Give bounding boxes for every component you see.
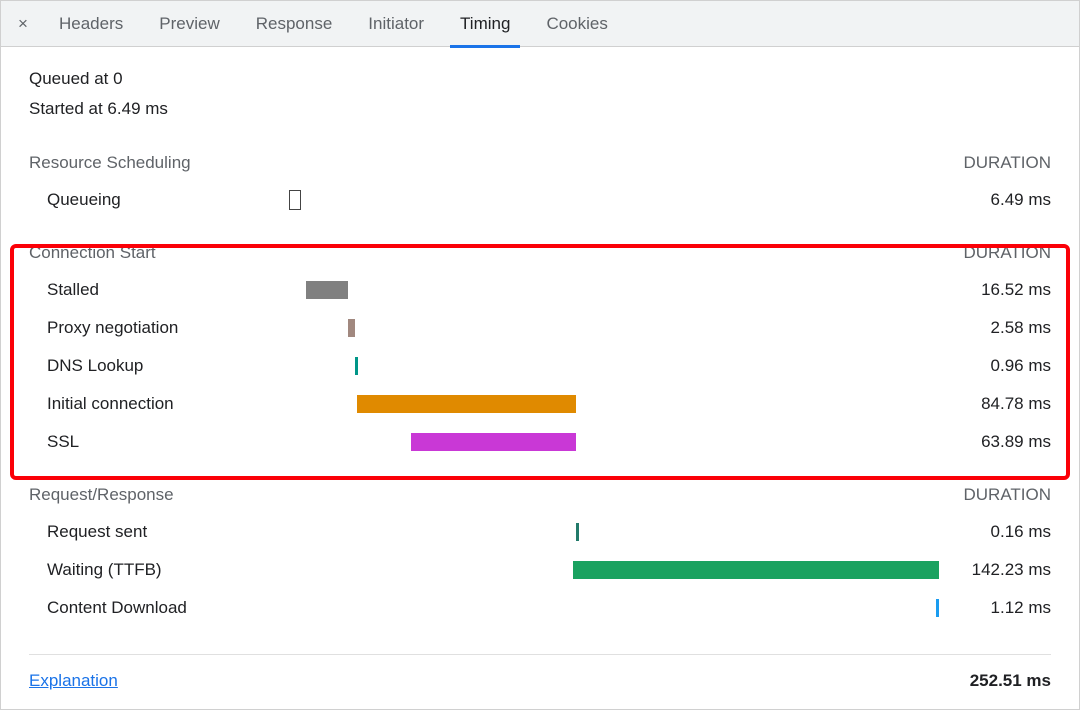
timing-row: Waiting (TTFB) 142.23 ms <box>29 551 1051 589</box>
timing-footer: Explanation 252.51 ms <box>29 654 1051 709</box>
timing-bar-track <box>289 395 921 413</box>
timing-row: DNS Lookup 0.96 ms <box>29 347 1051 385</box>
timing-bar-track <box>289 319 921 337</box>
duration-header: DURATION <box>963 243 1051 263</box>
section-header: Resource Scheduling DURATION <box>29 153 1051 173</box>
timing-row-label: Proxy negotiation <box>29 318 289 338</box>
queued-at-text: Queued at 0 <box>29 69 1051 89</box>
timing-bar-track <box>289 357 921 375</box>
duration-header: DURATION <box>963 485 1051 505</box>
timing-row-duration: 0.96 ms <box>921 356 1051 376</box>
timing-row-label: Waiting (TTFB) <box>29 560 289 580</box>
close-icon[interactable]: × <box>5 14 41 34</box>
timing-row-label: Request sent <box>29 522 289 542</box>
timing-bar-track <box>289 561 921 579</box>
timing-row-duration: 1.12 ms <box>921 598 1051 618</box>
tab-cookies[interactable]: Cookies <box>528 1 625 47</box>
timing-row-label: DNS Lookup <box>29 356 289 376</box>
total-duration: 252.51 ms <box>970 671 1051 691</box>
timing-bar-track <box>289 433 921 451</box>
timing-bar-track <box>289 523 921 541</box>
tab-response[interactable]: Response <box>238 1 351 47</box>
section-title: Connection Start <box>29 243 156 263</box>
timing-row: Content Download 1.12 ms <box>29 589 1051 627</box>
timing-content: Queued at 0 Started at 6.49 ms Resource … <box>1 47 1079 709</box>
timing-bar <box>289 190 301 210</box>
timing-row-duration: 0.16 ms <box>921 522 1051 542</box>
section-header: Request/Response DURATION <box>29 485 1051 505</box>
timing-bar <box>306 281 349 299</box>
timing-row-duration: 84.78 ms <box>921 394 1051 414</box>
timing-row: Stalled 16.52 ms <box>29 271 1051 309</box>
timing-row-duration: 142.23 ms <box>921 560 1051 580</box>
tab-headers[interactable]: Headers <box>41 1 141 47</box>
timing-section: Resource Scheduling DURATION Queueing 6.49 … <box>29 153 1051 219</box>
timing-bar <box>355 357 358 375</box>
timing-bar-track <box>289 281 921 299</box>
timing-row: Request sent 0.16 ms <box>29 513 1051 551</box>
timing-row-duration: 6.49 ms <box>921 190 1051 210</box>
timing-row: Initial connection 84.78 ms <box>29 385 1051 423</box>
timing-row: SSL 63.89 ms <box>29 423 1051 461</box>
timing-row-label: Stalled <box>29 280 289 300</box>
tab-timing[interactable]: Timing <box>442 1 528 47</box>
tab-preview[interactable]: Preview <box>141 1 237 47</box>
timing-bar-track <box>289 191 921 209</box>
timing-bar <box>357 395 575 413</box>
timing-row-duration: 63.89 ms <box>921 432 1051 452</box>
timing-row-label: Queueing <box>29 190 289 210</box>
started-at-text: Started at 6.49 ms <box>29 99 1051 119</box>
timing-row-label: Initial connection <box>29 394 289 414</box>
timing-bar <box>348 319 355 337</box>
tab-initiator[interactable]: Initiator <box>350 1 442 47</box>
timing-row-duration: 16.52 ms <box>921 280 1051 300</box>
timing-bar-track <box>289 599 921 617</box>
timing-row: Queueing 6.49 ms <box>29 181 1051 219</box>
section-title: Resource Scheduling <box>29 153 191 173</box>
timing-bar <box>576 523 579 541</box>
devtools-timing-panel: × HeadersPreviewResponseInitiatorTimingC… <box>0 0 1080 710</box>
timing-bar <box>411 433 575 451</box>
timing-row-label: Content Download <box>29 598 289 618</box>
timing-bar <box>573 561 939 579</box>
timing-section: Connection Start DURATION Stalled 16.52 ms P… <box>29 243 1051 461</box>
section-title: Request/Response <box>29 485 174 505</box>
timing-row-duration: 2.58 ms <box>921 318 1051 338</box>
timing-section: Request/Response DURATION Request sent 0.16… <box>29 485 1051 627</box>
timing-row: Proxy negotiation 2.58 ms <box>29 309 1051 347</box>
tab-bar: × HeadersPreviewResponseInitiatorTimingC… <box>1 1 1079 47</box>
timing-row-label: SSL <box>29 432 289 452</box>
timing-bar <box>936 599 939 617</box>
explanation-link[interactable]: Explanation <box>29 671 118 691</box>
section-header: Connection Start DURATION <box>29 243 1051 263</box>
duration-header: DURATION <box>963 153 1051 173</box>
